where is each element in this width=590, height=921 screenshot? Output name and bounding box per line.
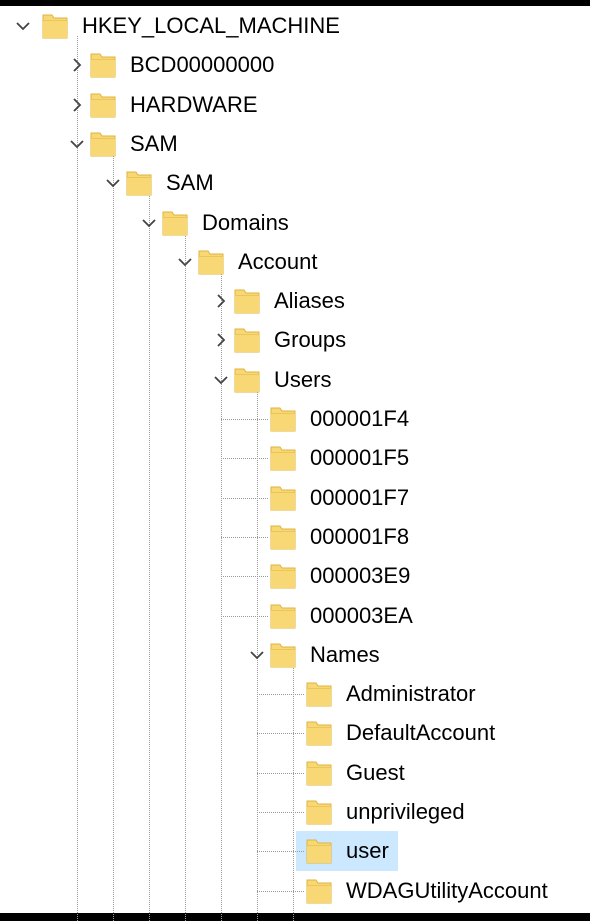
tree-node-groups[interactable]: Groups	[0, 320, 590, 360]
tree-node-label[interactable]: user	[342, 836, 393, 867]
chevron-right-icon[interactable]	[68, 96, 86, 114]
chevron-down-icon[interactable]	[140, 214, 158, 232]
tree-connector	[257, 890, 304, 892]
folder-icon	[232, 365, 262, 395]
tree-connector	[221, 576, 268, 578]
folder-icon	[304, 876, 334, 906]
folder-icon	[232, 325, 262, 355]
tree-node-hardware[interactable]: HARDWARE	[0, 85, 590, 125]
tree-node-n-guest[interactable]: Guest	[0, 753, 590, 793]
chevron-down-icon[interactable]	[212, 371, 230, 389]
tree-connector	[221, 615, 268, 617]
tree-node-label[interactable]: 000003EA	[306, 601, 417, 631]
tree-node-u3e9[interactable]: 000003E9	[0, 556, 590, 596]
tree-node-label[interactable]: WDAGUtilityAccount	[342, 876, 552, 906]
tree-connector	[257, 851, 304, 853]
tree-node-u1f8[interactable]: 000001F8	[0, 517, 590, 557]
folder-icon	[196, 247, 226, 277]
tree-connector	[257, 812, 304, 813]
tree-connector	[257, 694, 304, 696]
tree-node-label[interactable]: HKEY_LOCAL_MACHINE	[78, 11, 344, 41]
folder-icon	[268, 522, 298, 552]
chevron-right-icon[interactable]	[212, 292, 230, 310]
tree-node-label[interactable]: DefaultAccount	[342, 718, 499, 748]
tree-node-label[interactable]: SAM	[162, 168, 218, 198]
tree-node-label[interactable]: Administrator	[342, 679, 480, 709]
tree-node-label[interactable]: BCD00000000	[126, 50, 278, 80]
tree-node-u1f5[interactable]: 000001F5	[0, 438, 590, 478]
tree-connector	[221, 536, 268, 538]
tree-node-n-default[interactable]: DefaultAccount	[0, 713, 590, 753]
tree-node-users[interactable]: Users	[0, 360, 590, 400]
tree-node-label[interactable]: Guest	[342, 758, 409, 788]
tree-node-sam[interactable]: SAM	[0, 124, 590, 164]
tree-node-bcd[interactable]: BCD00000000	[0, 45, 590, 85]
tree-node-label[interactable]: Domains	[198, 208, 293, 238]
folder-icon	[268, 601, 298, 631]
tree-connector	[257, 772, 304, 774]
tree-node-label[interactable]: Names	[306, 640, 384, 670]
chevron-down-icon[interactable]	[248, 646, 266, 664]
tree-node-n-wdag[interactable]: WDAGUtilityAccount	[0, 871, 590, 911]
tree-node-u1f4[interactable]: 000001F4	[0, 399, 590, 439]
folder-icon	[40, 11, 70, 41]
folder-icon	[268, 404, 298, 434]
registry-tree: HKEY_LOCAL_MACHINE BCD00000000 HARDWARE SAM…	[0, 6, 590, 921]
folder-icon	[304, 758, 334, 788]
tree-node-label[interactable]: Users	[270, 365, 335, 395]
folder-icon	[88, 50, 118, 80]
chevron-right-icon[interactable]	[68, 56, 86, 74]
tree-node-sam-sam[interactable]: SAM	[0, 163, 590, 203]
tree-connector	[257, 733, 304, 735]
tree-node-label[interactable]: Groups	[270, 325, 350, 355]
tree-node-label[interactable]: 000001F4	[306, 404, 413, 434]
folder-icon	[268, 483, 298, 513]
tree-node-label[interactable]: unprivileged	[342, 797, 469, 827]
tree-node-aliases[interactable]: Aliases	[0, 281, 590, 321]
chevron-right-icon[interactable]	[212, 331, 230, 349]
tree-node-label[interactable]: Aliases	[270, 286, 349, 316]
chevron-down-icon[interactable]	[104, 174, 122, 192]
folder-icon	[88, 90, 118, 120]
tree-node-label[interactable]: 000001F5	[306, 443, 413, 473]
tree-node-u3ea[interactable]: 000003EA	[0, 596, 590, 636]
tree-node-n-unpriv[interactable]: unprivileged	[0, 792, 590, 832]
chevron-down-icon[interactable]	[176, 253, 194, 271]
folder-icon	[304, 797, 334, 827]
tree-node-domains[interactable]: Domains	[0, 203, 590, 243]
folder-icon	[304, 679, 334, 709]
folder-icon	[268, 561, 298, 591]
tree-node-u1f7[interactable]: 000001F7	[0, 478, 590, 518]
tree-node-label[interactable]: 000001F7	[306, 483, 413, 513]
folder-icon	[232, 286, 262, 316]
tree-node-names[interactable]: Names	[0, 635, 590, 675]
chevron-down-icon[interactable]	[14, 17, 32, 35]
tree-node-hklm[interactable]: HKEY_LOCAL_MACHINE	[0, 6, 590, 46]
folder-icon	[160, 208, 190, 238]
tree-node-account[interactable]: Account	[0, 242, 590, 282]
folder-icon	[268, 640, 298, 670]
folder-icon	[124, 168, 154, 198]
folder-icon	[304, 836, 334, 866]
chevron-down-icon[interactable]	[68, 135, 86, 153]
tree-node-n-admin[interactable]: Administrator	[0, 674, 590, 714]
folder-icon	[88, 129, 118, 159]
tree-connector	[221, 419, 268, 420]
tree-node-label[interactable]: Account	[234, 247, 322, 277]
tree-node-n-user[interactable]: user	[0, 831, 590, 872]
folder-icon	[268, 443, 298, 473]
tree-node-label[interactable]: 000003E9	[306, 561, 414, 591]
tree-connector	[221, 458, 268, 460]
tree-node-label[interactable]: HARDWARE	[126, 90, 262, 120]
tree-node-label[interactable]: 000001F8	[306, 522, 413, 552]
tree-connector	[221, 497, 268, 499]
tree-node-label[interactable]: SAM	[126, 129, 182, 159]
folder-icon	[304, 718, 334, 748]
